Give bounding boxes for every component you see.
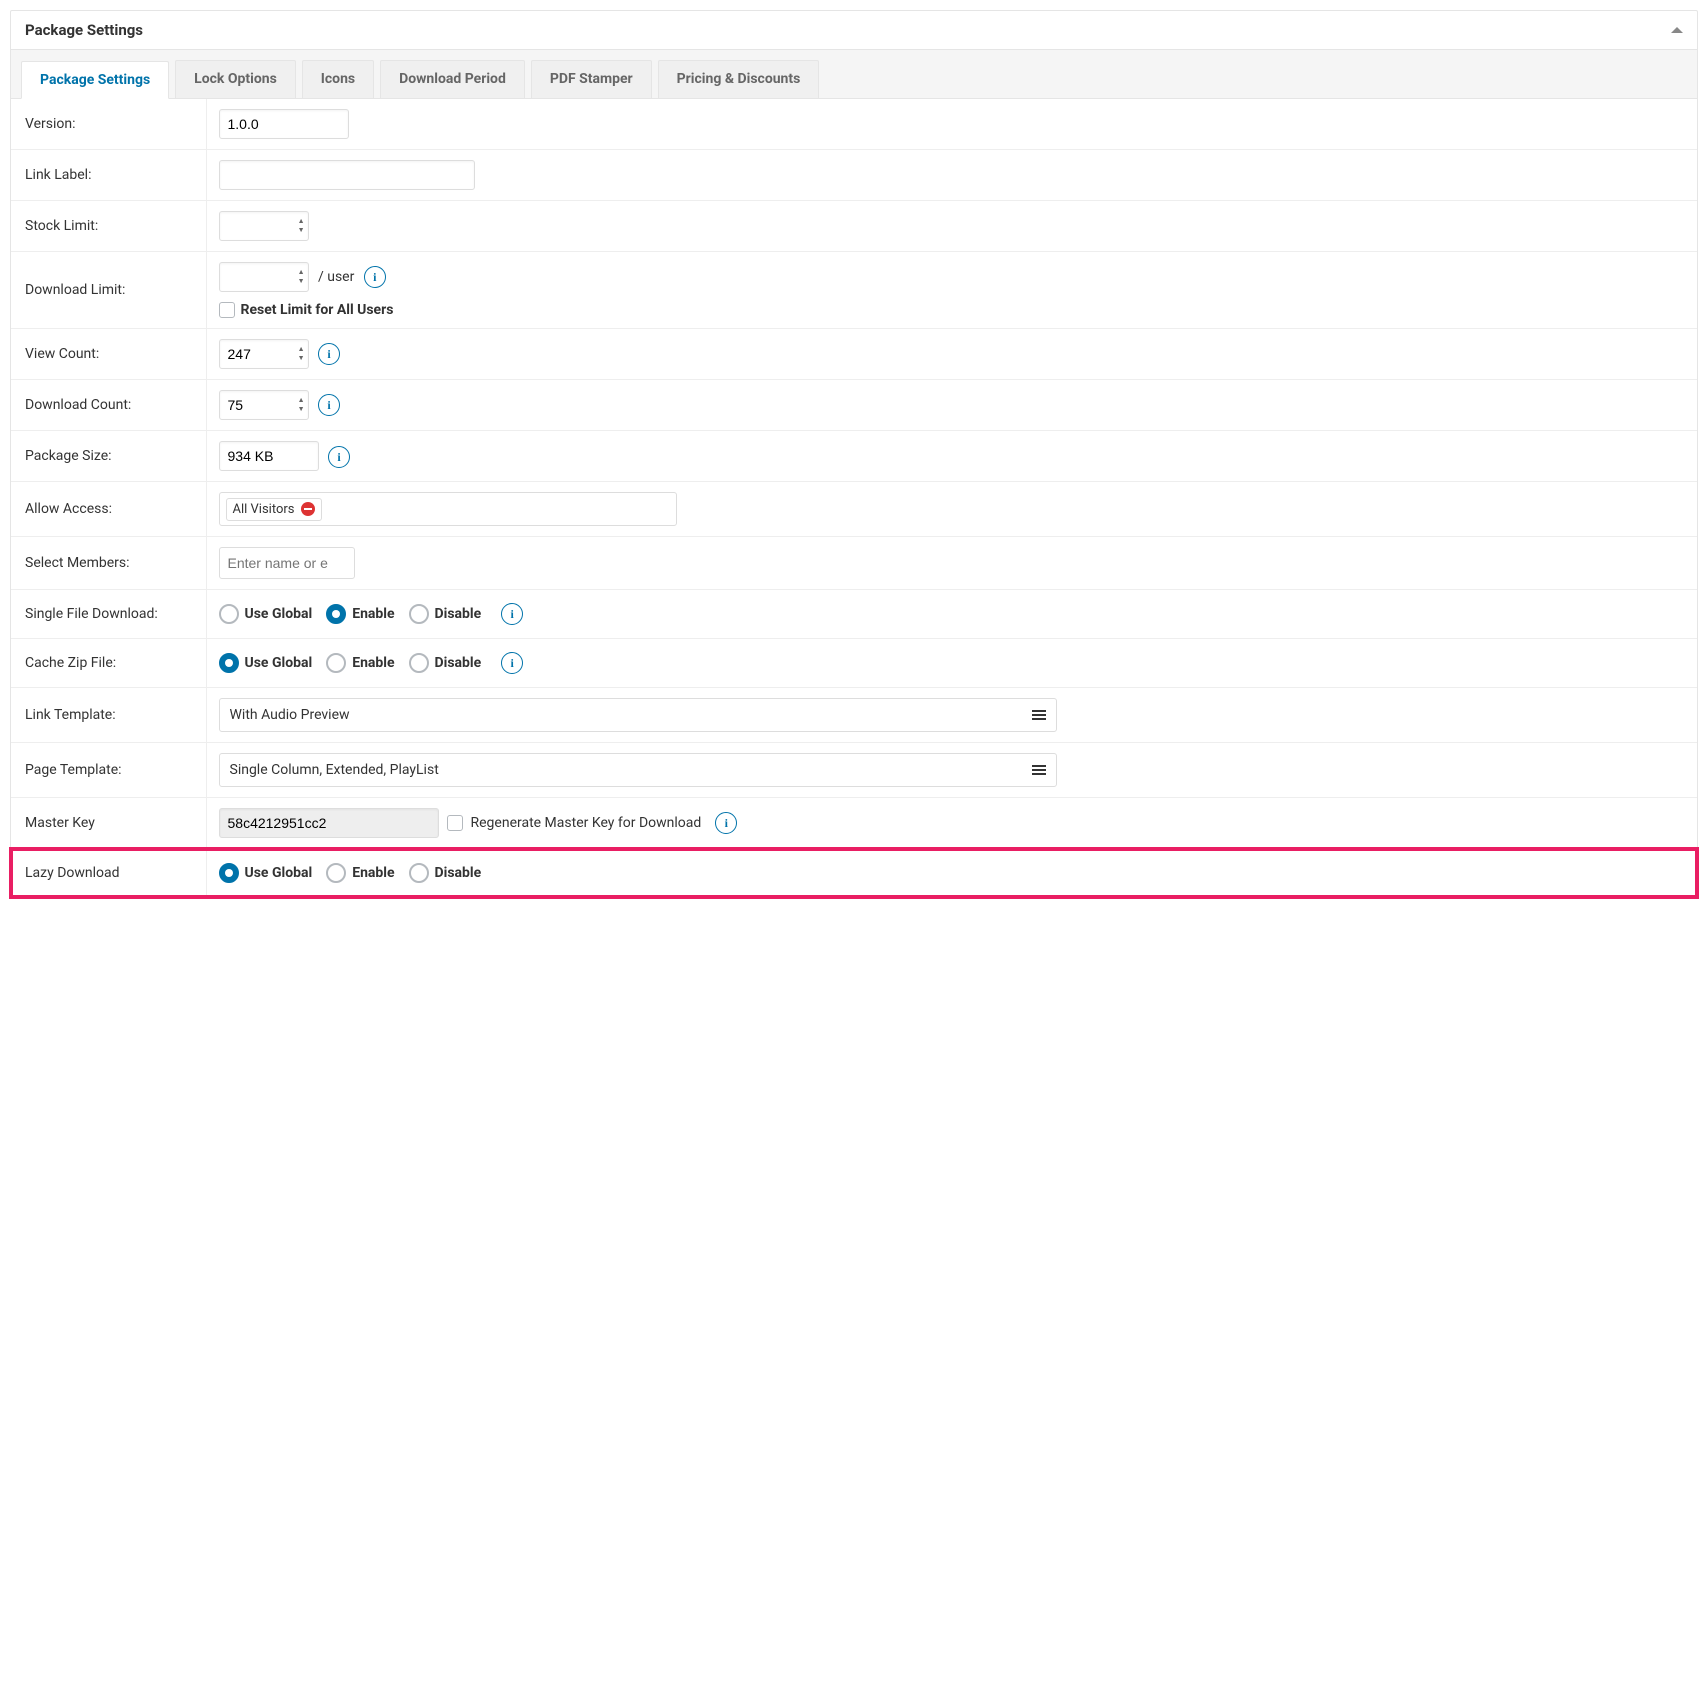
info-icon[interactable]: i [364,266,386,288]
tab-pdf-stamper[interactable]: PDF Stamper [531,60,652,98]
stock-limit-label: Stock Limit: [11,201,206,252]
download-limit-label: Download Limit: [11,252,206,329]
lazy-download-radio-disable[interactable]: Disable [409,863,482,883]
tab-label: Lock Options [194,71,277,87]
view-count-input[interactable] [219,339,309,369]
panel-title: Package Settings [25,21,143,39]
lazy-download-radio-group: Use Global Enable Disable [219,863,1686,883]
cache-zip-radio-disable[interactable]: Disable [409,653,482,673]
page-template-select[interactable]: Single Column, Extended, PlayList [219,753,1057,787]
lazy-download-radio-global[interactable]: Use Global [219,863,313,883]
radio-label: Disable [435,655,482,671]
stepper-icon[interactable]: ▲▼ [298,218,305,234]
link-template-select[interactable]: With Audio Preview [219,698,1057,732]
version-input[interactable] [219,109,349,139]
tab-label: Pricing & Discounts [677,71,801,87]
tab-label: PDF Stamper [550,71,633,87]
stepper-icon[interactable]: ▲▼ [298,346,305,362]
radio-icon [326,863,346,883]
cache-zip-radio-enable[interactable]: Enable [326,653,394,673]
radio-icon [409,604,429,624]
download-count-label: Download Count: [11,380,206,431]
lazy-download-radio-enable[interactable]: Enable [326,863,394,883]
radio-icon [326,604,346,624]
stepper-icon[interactable]: ▲▼ [298,269,305,285]
package-size-label: Package Size: [11,431,206,482]
download-limit-suffix: / user [318,269,354,285]
single-file-radio-group: Use Global Enable Disable i [219,603,1686,625]
radio-icon [409,863,429,883]
single-file-radio-disable[interactable]: Disable [409,604,482,624]
single-file-label: Single File Download: [11,590,206,639]
version-label: Version: [11,99,206,150]
tab-label: Download Period [399,71,506,87]
radio-label: Disable [435,865,482,881]
settings-form: Version: Link Label: Stock Limit: ▲▼ D [11,99,1697,897]
radio-icon [219,653,239,673]
reset-limit-label: Reset Limit for All Users [241,302,394,318]
access-chip: All Visitors [226,498,322,521]
collapse-icon[interactable] [1671,27,1683,33]
allow-access-label: Allow Access: [11,482,206,537]
remove-chip-icon[interactable] [301,502,315,516]
tab-package-settings[interactable]: Package Settings [21,61,169,99]
info-icon[interactable]: i [318,394,340,416]
radio-label: Use Global [245,865,313,881]
link-label-label: Link Label: [11,150,206,201]
tabs-bar: Package Settings Lock Options Icons Down… [11,49,1697,99]
select-value: With Audio Preview [230,707,350,723]
radio-label: Enable [352,655,394,671]
info-icon[interactable]: i [501,652,523,674]
single-file-radio-enable[interactable]: Enable [326,604,394,624]
select-value: Single Column, Extended, PlayList [230,762,439,778]
page-template-label: Page Template: [11,743,206,798]
reset-limit-checkbox[interactable] [219,302,235,318]
panel-header: Package Settings [11,11,1697,49]
chip-label: All Visitors [233,502,295,517]
regenerate-label: Regenerate Master Key for Download [471,815,702,831]
radio-icon [409,653,429,673]
download-count-input[interactable] [219,390,309,420]
master-key-label: Master Key [11,798,206,849]
link-template-label: Link Template: [11,688,206,743]
menu-icon [1032,765,1046,775]
radio-icon [326,653,346,673]
tab-label: Package Settings [40,72,150,88]
tab-download-period[interactable]: Download Period [380,60,525,98]
tab-lock-options[interactable]: Lock Options [175,60,296,98]
tab-pricing-discounts[interactable]: Pricing & Discounts [658,60,820,98]
package-size-input[interactable] [219,441,319,471]
single-file-radio-global[interactable]: Use Global [219,604,313,624]
download-limit-input[interactable] [219,262,309,292]
menu-icon [1032,710,1046,720]
cache-zip-radio-global[interactable]: Use Global [219,653,313,673]
radio-label: Disable [435,606,482,622]
radio-icon [219,863,239,883]
tab-label: Icons [321,71,355,87]
radio-icon [219,604,239,624]
view-count-label: View Count: [11,329,206,380]
info-icon[interactable]: i [715,812,737,834]
info-icon[interactable]: i [318,343,340,365]
tab-icons[interactable]: Icons [302,60,374,98]
select-members-input[interactable] [219,547,355,579]
cache-zip-radio-group: Use Global Enable Disable i [219,652,1686,674]
allow-access-field[interactable]: All Visitors [219,492,677,526]
info-icon[interactable]: i [501,603,523,625]
regenerate-checkbox[interactable] [447,815,463,831]
select-members-label: Select Members: [11,537,206,590]
radio-label: Enable [352,865,394,881]
stock-limit-input[interactable] [219,211,309,241]
package-settings-panel: Package Settings Package Settings Lock O… [10,10,1698,898]
radio-label: Enable [352,606,394,622]
master-key-input [219,808,439,838]
stepper-icon[interactable]: ▲▼ [298,397,305,413]
link-label-input[interactable] [219,160,475,190]
lazy-download-label: Lazy Download [11,849,206,898]
cache-zip-label: Cache Zip File: [11,639,206,688]
radio-label: Use Global [245,655,313,671]
info-icon[interactable]: i [328,446,350,468]
radio-label: Use Global [245,606,313,622]
